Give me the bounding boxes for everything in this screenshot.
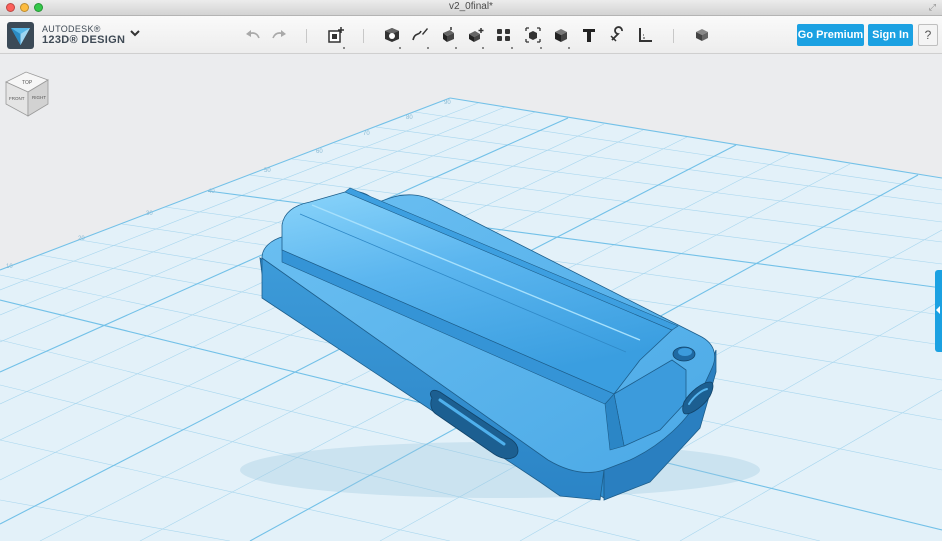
viewcube[interactable]: TOP FRONT RIGHT: [0, 66, 54, 120]
text-icon: [583, 29, 595, 42]
dropdown-indicator: [482, 47, 484, 49]
text-button[interactable]: [578, 24, 600, 46]
dropdown-indicator: [399, 47, 401, 49]
combine-button[interactable]: [550, 24, 572, 49]
ruler-label: 20: [78, 236, 85, 242]
undo-button[interactable]: [242, 24, 264, 46]
grouping-button[interactable]: [522, 24, 544, 49]
brand-company: AUTODESK®: [42, 24, 101, 34]
primitives-icon: [385, 28, 399, 42]
side-panel-toggle[interactable]: [935, 270, 942, 352]
undo-icon: [246, 30, 260, 39]
sketch-icon: [412, 28, 428, 41]
snap-icon: [610, 26, 623, 42]
main-toolbar: AUTODESK® 123D® DESIGN Go Premium Sign I…: [0, 16, 942, 54]
ruler-label: 30: [146, 211, 153, 217]
dropdown-indicator: [343, 47, 345, 49]
combine-icon: [555, 29, 567, 42]
redo-icon: [272, 30, 286, 39]
ruler-label: 90: [444, 100, 451, 106]
dropdown-indicator: [427, 47, 429, 49]
dropdown-indicator: [455, 47, 457, 49]
chevron-left-icon: [936, 306, 940, 314]
insert-button[interactable]: [325, 24, 347, 49]
viewcube-top-label: TOP: [22, 80, 33, 86]
material-button[interactable]: [691, 24, 713, 46]
modify-icon: [469, 28, 484, 42]
chevron-down-icon[interactable]: [128, 26, 142, 40]
brand-name: AUTODESK® 123D® DESIGN: [42, 24, 125, 46]
window-title: v2_0final*: [449, 1, 493, 12]
dropdown-indicator: [511, 47, 513, 49]
viewcube-front-label: FRONT: [9, 96, 25, 101]
snap-button[interactable]: [606, 24, 628, 46]
fullscreen-icon[interactable]: ⤢: [929, 2, 936, 13]
window-titlebar: v2_0final* ⤢: [0, 0, 942, 16]
sketch-button[interactable]: [409, 24, 431, 49]
measure-icon: [639, 28, 652, 42]
ruler-label: 70: [363, 131, 370, 137]
ruler-label: 80: [406, 115, 413, 121]
ruler-label: 60: [316, 149, 323, 155]
3d-viewport[interactable]: 10 20 30 40 50 60 70 80 90 TOP FRONT RIG…: [0, 54, 942, 541]
dropdown-indicator: [568, 47, 570, 49]
pattern-icon: [497, 29, 510, 41]
insert-icon: [328, 27, 344, 43]
pattern-button[interactable]: [493, 24, 515, 49]
toolbar-separator: [673, 29, 674, 43]
viewcube-right-label: RIGHT: [32, 95, 46, 100]
app-logo-icon[interactable]: [7, 22, 34, 49]
ruler-label: 10: [6, 264, 13, 270]
ruler-label: 50: [264, 168, 271, 174]
grouping-icon: [525, 27, 541, 43]
measure-button[interactable]: [634, 24, 656, 46]
toolbar-separator: [306, 29, 307, 43]
brand-product: 123D® DESIGN: [42, 34, 126, 46]
scene: 10 20 30 40 50 60 70 80 90: [0, 54, 942, 541]
construct-icon: [443, 27, 454, 42]
modify-button[interactable]: [464, 24, 486, 49]
dropdown-indicator: [540, 47, 542, 49]
go-premium-button[interactable]: Go Premium: [797, 24, 864, 46]
material-icon: [696, 29, 708, 41]
redo-button[interactable]: [268, 24, 290, 46]
construct-button[interactable]: [437, 24, 459, 49]
toolbar-separator: [363, 29, 364, 43]
primitives-button[interactable]: [381, 24, 403, 49]
sign-in-button[interactable]: Sign In: [868, 24, 913, 46]
ruler-label: 40: [208, 189, 215, 195]
help-button[interactable]: ?: [918, 24, 938, 46]
